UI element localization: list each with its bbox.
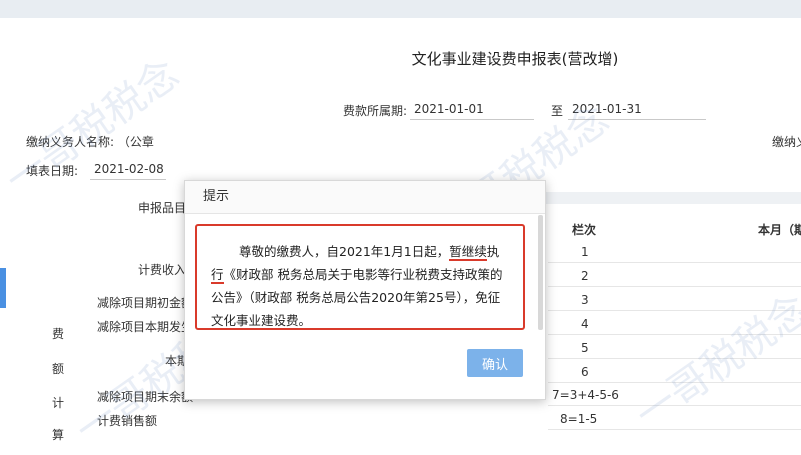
item-column-header: 申报品目: [138, 201, 187, 215]
form-title: 文化事业建设费申报表(营改增): [411, 50, 619, 68]
row-seq: 7=3+4-5-6: [552, 388, 619, 402]
row-seq: 6: [581, 365, 589, 379]
row-seq: 8=1-5: [560, 412, 598, 426]
seq-column-header: 栏次: [572, 223, 597, 237]
row-seq: 4: [581, 317, 589, 331]
dialog-title: 提示: [185, 181, 545, 214]
top-bar: [0, 0, 801, 18]
msg-part2: 执: [486, 244, 500, 259]
row-line: [548, 286, 801, 287]
row-label: 计费销售额: [97, 414, 158, 428]
row-line: [548, 358, 801, 359]
vertical-label: 计: [52, 396, 65, 410]
period-start-field[interactable]: 2021-01-01: [410, 99, 534, 120]
row-line: [548, 334, 801, 335]
msg-emphasis-execute: 行: [211, 267, 224, 284]
msg-part1: 尊敬的缴费人，自2021年1月1日起，: [239, 244, 450, 259]
notice-dialog: 提示 尊敬的缴费人，自2021年1月1日起，暂继续执行《财政部 税务总局关于电影…: [184, 180, 546, 400]
dialog-scrollbar[interactable]: [538, 215, 543, 330]
vertical-label: 额: [52, 362, 65, 376]
row-line: [548, 429, 801, 430]
row-line: [548, 262, 801, 263]
row-label: 计费收入: [138, 263, 187, 277]
row-line: [548, 405, 801, 406]
vertical-label: 费: [52, 327, 65, 341]
row-seq: 3: [581, 293, 589, 307]
msg-emphasis-continue: 暂继续: [449, 244, 487, 261]
taxpayer-right-label: 缴纳义: [772, 135, 801, 149]
month-column-header: 本月（期: [758, 223, 801, 237]
row-label: 减除项目期末余额: [97, 390, 194, 404]
dialog-message: 尊敬的缴费人，自2021年1月1日起，暂继续执行《财政部 税务总局关于电影等行业…: [195, 224, 525, 330]
period-to-label: 至: [551, 104, 564, 118]
period-end-field[interactable]: 2021-01-31: [568, 99, 706, 120]
row-line: [548, 310, 801, 311]
row-seq: 2: [581, 269, 589, 283]
row-seq: 5: [581, 341, 589, 355]
row-seq: 1: [581, 245, 589, 259]
table-header-bar: [545, 192, 801, 204]
vertical-label: 算: [52, 428, 65, 442]
msg-part3: 《财政部 税务总局关于电影等行业税费支持政策的公告》（财政部 税务总局公告202…: [211, 267, 503, 328]
confirm-button[interactable]: 确认: [467, 349, 523, 377]
row-label: 减除项目本期发生: [97, 320, 194, 334]
row-line: [548, 382, 801, 383]
period-label: 费款所属期:: [343, 104, 408, 118]
fill-date-field[interactable]: 2021-02-08: [90, 159, 166, 180]
watermark-text: 一哥税税念: [627, 286, 801, 439]
taxpayer-name-label: 缴纳义务人名称: （公章: [26, 135, 154, 149]
side-collapse-tab[interactable]: [0, 268, 6, 308]
row-label: 减除项目期初金额: [97, 296, 194, 310]
fill-date-label: 填表日期:: [26, 164, 79, 178]
